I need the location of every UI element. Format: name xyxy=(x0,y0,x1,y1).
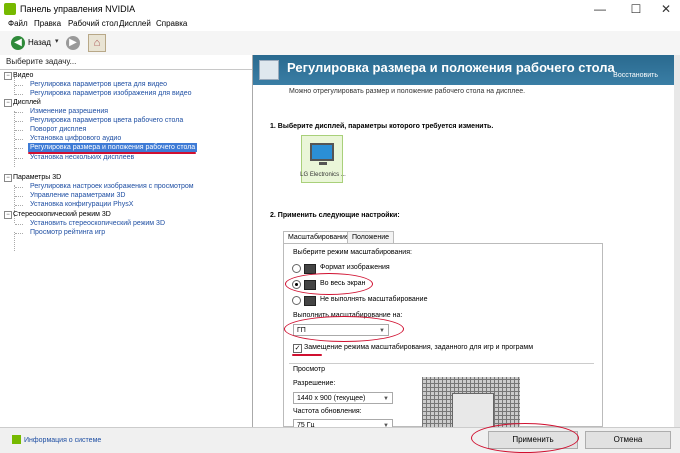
cancel-button[interactable]: Отмена xyxy=(585,431,671,449)
tree-cat-3d-settings[interactable]: Параметры 3D xyxy=(13,173,61,182)
mode-no-scaling-label[interactable]: Не выполнять масштабирование xyxy=(320,296,427,303)
task-tree: − Видео Регулировка параметров цвета для… xyxy=(0,69,252,251)
override-label[interactable]: Замещение режима масштабирования, заданн… xyxy=(304,344,533,351)
tree-item-manage-3d[interactable]: Управление параметрами 3D xyxy=(30,191,125,200)
collapse-icon[interactable]: − xyxy=(4,99,12,107)
tree-item-physx[interactable]: Установка конфигурации PhysX xyxy=(30,200,133,209)
collapse-icon[interactable]: − xyxy=(4,211,12,219)
system-info-icon xyxy=(12,435,21,444)
menu-display[interactable]: Дисплей xyxy=(119,19,151,28)
tree-item-game-ratings[interactable]: Просмотр рейтинга игр xyxy=(30,228,105,237)
radio-aspect-ratio[interactable] xyxy=(292,264,301,273)
tree-item-desktop-size-position[interactable]: Регулировка размера и положения рабочего… xyxy=(28,143,198,152)
system-info-label: Информация о системе xyxy=(24,437,102,444)
divider xyxy=(289,363,594,364)
resolution-select[interactable]: 1440 x 900 (текущее) ▼ xyxy=(293,392,393,404)
resolution-label: Разрешение: xyxy=(293,380,336,387)
menu-help[interactable]: Справка xyxy=(156,19,187,28)
system-info-link[interactable]: Информация о системе xyxy=(12,435,101,444)
scaling-panel: Выберите режим масштабирования: Формат и… xyxy=(283,243,603,431)
menu-desktop[interactable]: Рабочий стол xyxy=(68,19,118,28)
menu-edit[interactable]: Правка xyxy=(34,19,61,28)
collapse-icon[interactable]: − xyxy=(4,174,12,182)
minimize-button[interactable]: — xyxy=(584,0,616,18)
menu-bar: Файл Правка Рабочий стол Дисплей Справка xyxy=(0,18,680,31)
restore-link[interactable]: Восстановить xyxy=(613,72,658,79)
step1-heading: 1. Выберите дисплей, параметры которого … xyxy=(270,123,494,130)
tab-scaling[interactable]: Масштабирование xyxy=(283,231,354,243)
radio-no-scaling[interactable] xyxy=(292,296,301,305)
vertical-scrollbar[interactable] xyxy=(674,55,680,427)
title-bar: Панель управления NVIDIA — ☐ ✕ xyxy=(0,0,680,18)
tree-item-image-preview[interactable]: Регулировка настроек изображения с просм… xyxy=(30,182,194,191)
no-scaling-icon xyxy=(304,296,316,306)
task-tree-header: Выберите задачу... xyxy=(6,57,77,66)
window-title: Панель управления NVIDIA xyxy=(20,4,136,14)
desktop-size-icon xyxy=(259,60,279,80)
nvidia-logo-icon xyxy=(4,3,16,15)
red-oval-annotation xyxy=(471,423,579,453)
scaling-mode-label: Выберите режим масштабирования: xyxy=(293,249,412,256)
red-underline-annotation xyxy=(292,354,322,356)
home-icon[interactable]: ⌂ xyxy=(88,34,106,52)
tree-cat-video[interactable]: Видео xyxy=(13,71,33,80)
tree-item-video-image[interactable]: Регулировка параметров изображения для в… xyxy=(30,89,192,98)
menu-file[interactable]: Файл xyxy=(8,19,28,28)
monitor-icon xyxy=(310,143,334,161)
chevron-down-icon: ▼ xyxy=(383,396,389,402)
back-dropdown-icon[interactable]: ▾ xyxy=(55,37,59,45)
red-oval-annotation xyxy=(284,316,404,342)
tree-item-digital-audio[interactable]: Установка цифрового аудио xyxy=(30,134,121,143)
display-name: LG Electronics ... xyxy=(300,172,346,178)
nvidia-control-panel-window: Панель управления NVIDIA — ☐ ✕ Файл Прав… xyxy=(0,0,680,453)
preview-label: Просмотр xyxy=(293,366,325,373)
back-button-label[interactable]: Назад xyxy=(28,38,51,47)
tree-item-rotate-display[interactable]: Поворот дисплея xyxy=(30,125,86,134)
resolution-value: 1440 x 900 (текущее) xyxy=(297,395,366,402)
display-selector[interactable]: LG Electronics ... xyxy=(300,135,346,183)
collapse-icon[interactable]: − xyxy=(4,72,12,80)
bottom-bar: Информация о системе Применить Отмена xyxy=(0,423,680,453)
tree-item-video-color[interactable]: Регулировка параметров цвета для видео xyxy=(30,80,167,89)
red-oval-annotation xyxy=(285,273,373,295)
tree-cat-display[interactable]: Дисплей xyxy=(13,98,41,107)
preview-envelope-icon xyxy=(452,393,494,430)
page-title: Регулировка размера и положения рабочего… xyxy=(287,60,615,75)
tree-item-set-stereo-3d[interactable]: Установить стереоскопический режим 3D xyxy=(30,219,165,228)
refresh-label: Частота обновления: xyxy=(293,408,362,415)
task-tree-panel: Выберите задачу... − Видео Регулировка п… xyxy=(0,55,253,427)
tab-position[interactable]: Положение xyxy=(347,231,394,243)
forward-arrow-icon[interactable]: ▶ xyxy=(66,36,80,50)
tree-item-multiple-displays[interactable]: Установка нескольких дисплеев xyxy=(30,153,134,162)
scaling-preview xyxy=(422,377,520,430)
tree-item-change-resolution[interactable]: Изменение разрешения xyxy=(30,107,108,116)
content-panel: Регулировка размера и положения рабочего… xyxy=(253,55,680,431)
maximize-button[interactable]: ☐ xyxy=(620,0,652,18)
page-description: Можно отрегулировать размер и положение … xyxy=(289,88,526,95)
override-checkbox[interactable]: ✓ xyxy=(293,344,302,353)
toolbar: ◀ Назад ▾ ▶ ⌂ xyxy=(0,31,680,56)
tree-cat-stereo-3d[interactable]: Стереоскопический режим 3D xyxy=(13,210,111,219)
back-arrow-icon[interactable]: ◀ xyxy=(11,36,25,50)
aspect-ratio-icon xyxy=(304,264,316,274)
step2-heading: 2. Применить следующие настройки: xyxy=(270,212,400,219)
close-button[interactable]: ✕ xyxy=(650,0,680,18)
tree-item-desktop-color[interactable]: Регулировка параметров цвета рабочего ст… xyxy=(30,116,183,125)
page-banner: Регулировка размера и положения рабочего… xyxy=(253,55,674,85)
mode-aspect-ratio-label[interactable]: Формат изображения xyxy=(320,264,390,271)
